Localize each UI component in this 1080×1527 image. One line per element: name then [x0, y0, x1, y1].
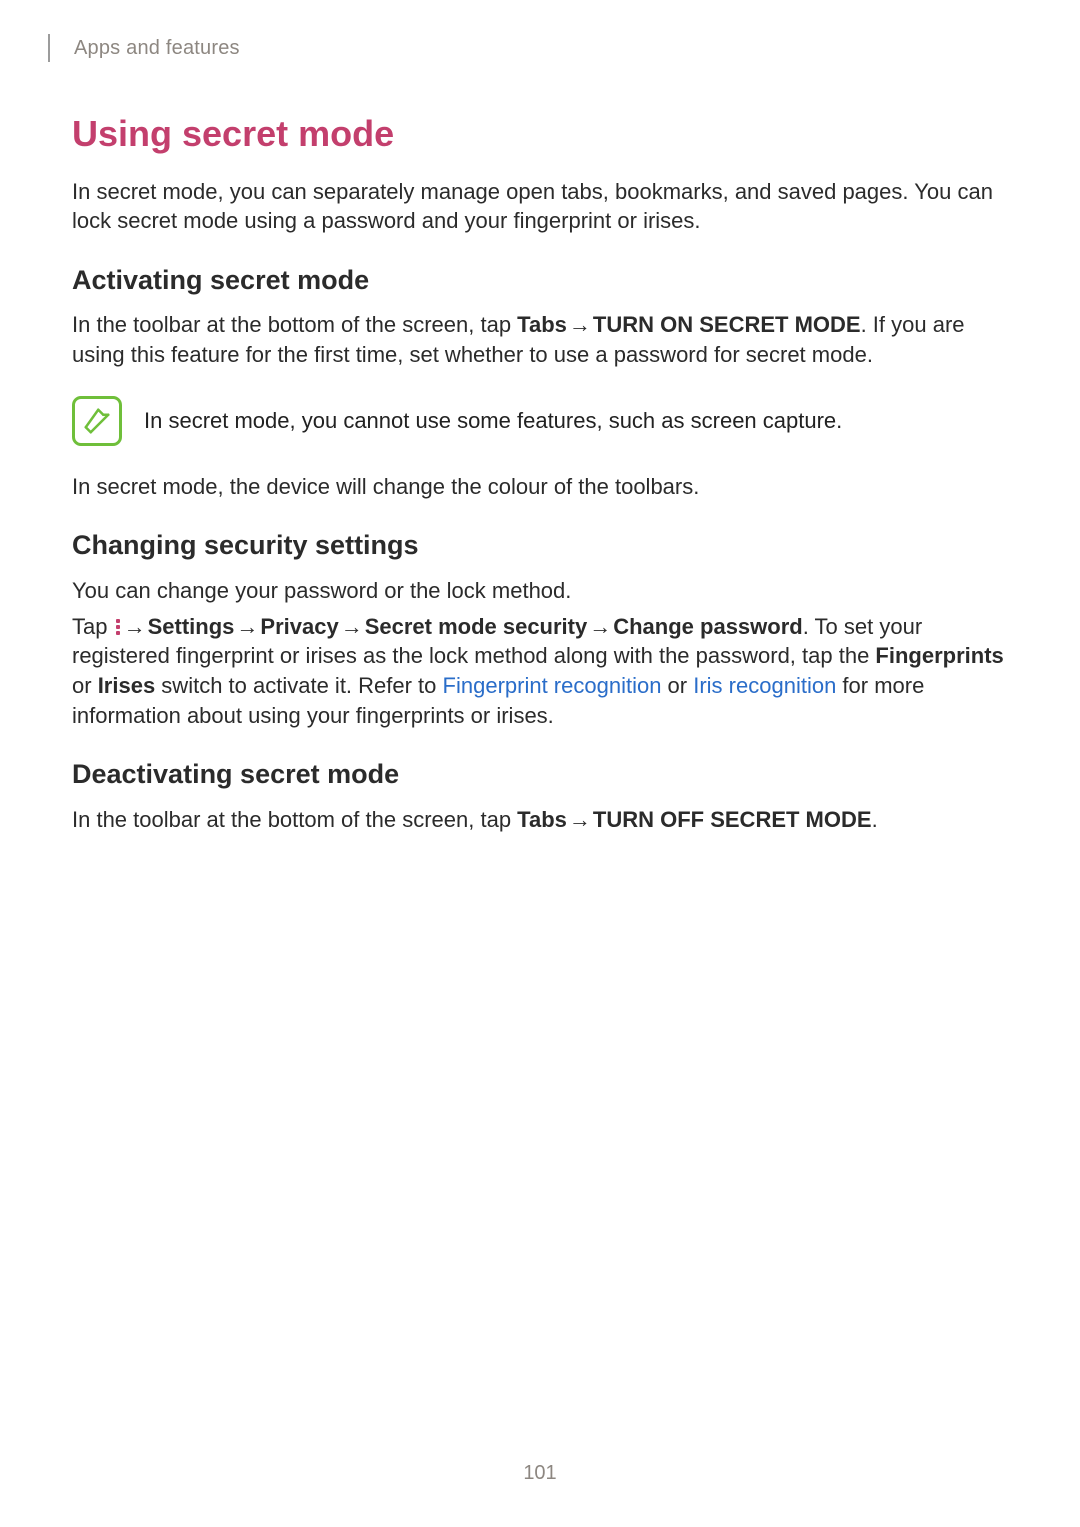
note-icon: [72, 396, 122, 446]
arrow-icon: →: [587, 612, 613, 642]
settings-label: Settings: [148, 614, 235, 639]
arrow-icon: →: [567, 310, 593, 340]
heading-changing: Changing security settings: [72, 527, 1008, 563]
more-options-icon: [116, 619, 120, 635]
turn-on-label: TURN ON SECRET MODE: [593, 312, 861, 337]
activating-paragraph-2: In secret mode, the device will change t…: [72, 472, 1008, 502]
irises-label: Irises: [98, 673, 156, 698]
turn-off-label: TURN OFF SECRET MODE: [593, 807, 872, 832]
page-header: Apps and features: [48, 34, 1008, 62]
document-page: Apps and features Using secret mode In s…: [0, 0, 1080, 1527]
arrow-icon: →: [567, 805, 593, 835]
page-title: Using secret mode: [72, 110, 1008, 159]
link-iris-recognition[interactable]: Iris recognition: [693, 673, 836, 698]
heading-deactivating: Deactivating secret mode: [72, 756, 1008, 792]
arrow-icon: →: [122, 612, 148, 642]
intro-paragraph: In secret mode, you can separately manag…: [72, 177, 1008, 236]
text: In the toolbar at the bottom of the scre…: [72, 807, 517, 832]
note-callout: In secret mode, you cannot use some feat…: [72, 396, 1008, 446]
secret-mode-security-label: Secret mode security: [365, 614, 588, 639]
changing-paragraph-2: Tap → Settings → Privacy → Secret mode s…: [72, 612, 1008, 731]
text: switch to activate it. Refer to: [155, 673, 442, 698]
text: or: [661, 673, 693, 698]
text: In the toolbar at the bottom of the scre…: [72, 312, 517, 337]
fingerprints-label: Fingerprints: [875, 643, 1003, 668]
heading-activating: Activating secret mode: [72, 262, 1008, 298]
breadcrumb: Apps and features: [74, 35, 240, 62]
text: or: [72, 673, 98, 698]
change-password-label: Change password: [613, 614, 802, 639]
deactivating-paragraph: In the toolbar at the bottom of the scre…: [72, 805, 1008, 835]
page-number: 101: [0, 1460, 1080, 1487]
link-fingerprint-recognition[interactable]: Fingerprint recognition: [443, 673, 662, 698]
text: .: [872, 807, 878, 832]
note-text: In secret mode, you cannot use some feat…: [144, 406, 842, 436]
arrow-icon: →: [234, 612, 260, 642]
activating-paragraph-1: In the toolbar at the bottom of the scre…: [72, 310, 1008, 369]
privacy-label: Privacy: [260, 614, 338, 639]
changing-paragraph-1: You can change your password or the lock…: [72, 576, 1008, 606]
text: Tap: [72, 614, 114, 639]
arrow-icon: →: [339, 612, 365, 642]
tabs-label: Tabs: [517, 312, 567, 337]
tabs-label: Tabs: [517, 807, 567, 832]
